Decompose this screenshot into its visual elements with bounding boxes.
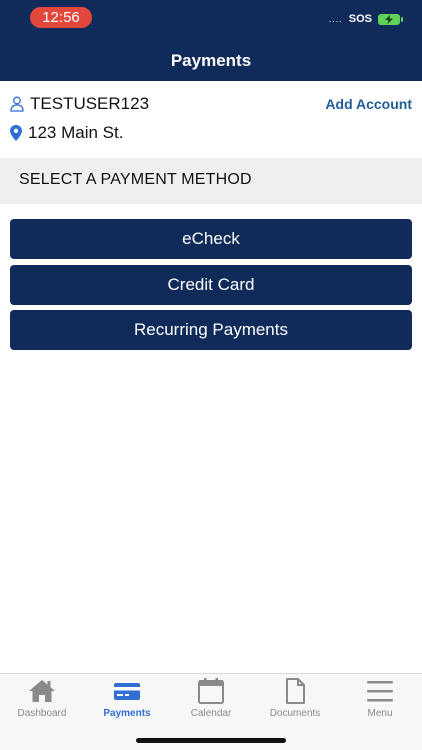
payment-method-section: SELECT A PAYMENT METHOD [0,158,422,204]
tab-label: Dashboard [17,708,67,719]
signal-icon: .... [328,14,343,24]
tab-label: Calendar [190,708,232,719]
user-icon [10,96,24,112]
echeck-button[interactable]: eCheck [10,219,412,259]
section-title: SELECT A PAYMENT METHOD [19,171,252,188]
sos-label: SOS [348,13,372,25]
home-icon [27,678,57,704]
account-username: TESTUSER123 [30,94,150,113]
tab-dashboard[interactable]: Dashboard [0,678,84,722]
tab-calendar[interactable]: Calendar [169,678,253,722]
battery-icon [378,13,403,25]
account-row: TESTUSER123 Add Account [10,92,412,116]
home-indicator[interactable] [136,738,286,743]
tab-label: Payments [103,708,151,719]
tab-payments[interactable]: Payments [85,678,169,722]
app-header: 12:56 .... SOS Payments [0,0,422,81]
document-icon [280,678,310,704]
location-pin-icon [10,125,22,141]
tab-label: Menu [367,708,393,719]
credit-card-button[interactable]: Credit Card [10,265,412,305]
add-account-link[interactable]: Add Account [325,96,412,112]
menu-icon [365,678,395,704]
status-indicators: .... SOS [328,13,403,25]
calendar-icon [196,678,226,704]
address-row: 123 Main St. [10,121,123,145]
recurring-payments-button[interactable]: Recurring Payments [10,310,412,350]
status-time: 12:56 [30,7,92,28]
tab-documents[interactable]: Documents [253,678,337,722]
account-address: 123 Main St. [28,123,124,142]
credit-card-icon [112,678,142,704]
tab-label: Documents [269,708,321,719]
page-title: Payments [170,51,252,70]
tab-menu[interactable]: Menu [338,678,422,722]
